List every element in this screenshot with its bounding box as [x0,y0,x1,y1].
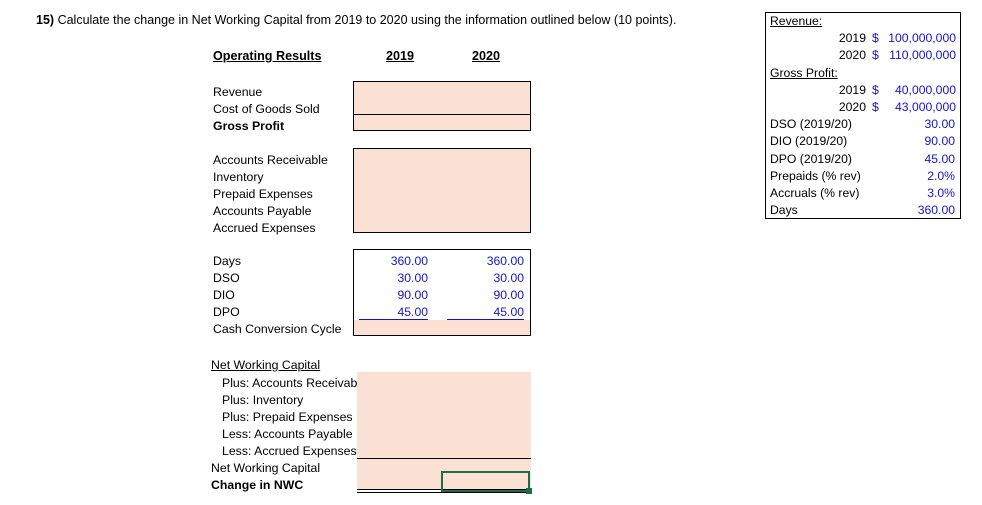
assumptions-row-dpo: DPO (2019/20) 45.00 [766,151,960,168]
assumptions-row-gross-profit-2020: 2020 $ 43,000,000 [766,99,960,116]
row-label-change-in-nwc: Change in NWC [211,478,304,492]
fill-handle[interactable] [526,488,532,494]
row-label-plus-accounts-receivable: Plus: Accounts Receivable [222,376,367,390]
input-block-balance-sheet[interactable] [353,148,531,233]
subtotal-rule-2019 [359,319,428,321]
row-label-inventory: Inventory [213,170,264,184]
input-block-income-statement[interactable] [353,81,531,131]
value-dio-2020[interactable]: 90.00 [446,287,525,304]
row-label-dpo: DPO [213,305,240,319]
row-label-cost-of-goods-sold: Cost of Goods Sold [213,102,320,116]
assumptions-value-revenue-2020: 110,000,000 [889,48,956,63]
assumptions-label-dso: DSO (2019/20) [770,117,852,132]
assumptions-value-prepaids: 2.0% [927,168,955,183]
column-header-2019: 2019 [385,49,415,63]
assumptions-label-dpo: DPO (2019/20) [770,151,852,166]
assumptions-value-days: 360.00 [917,203,955,218]
assumptions-label-days: Days [770,203,798,218]
assumptions-row-accruals: Accruals (% rev) 3.0% [766,185,960,202]
row-label-net-working-capital-total: Net Working Capital [211,461,321,475]
assumptions-row-dio: DIO (2019/20) 90.00 [766,133,960,150]
income-block-divider [354,114,530,116]
row-label-plus-inventory: Plus: Inventory [222,393,304,407]
row-label-cash-conversion-cycle: Cash Conversion Cycle [213,322,342,336]
row-label-prepaid-expenses: Prepaid Expenses [213,187,313,201]
value-days-2020[interactable]: 360.00 [446,253,524,270]
row-label-plus-prepaid-expenses: Plus: Prepaid Expenses [222,410,353,424]
row-label-gross-profit: Gross Profit [213,119,285,133]
row-label-less-accounts-payable: Less: Accounts Payable [222,427,353,441]
row-label-accounts-payable: Accounts Payable [213,204,312,218]
selected-cell-change-in-nwc[interactable] [441,471,530,492]
value-dso-2020[interactable]: 30.00 [446,270,525,287]
value-dio-2019[interactable]: 90.00 [358,287,429,304]
assumptions-row-revenue-2020: 2020 $ 110,000,000 [766,47,960,64]
assumptions-row-prepaids: Prepaids (% rev) 2.0% [766,168,960,185]
value-days-2019[interactable]: 360.00 [358,253,428,270]
assumptions-row-gross-profit-2019: 2019 $ 40,000,000 [766,82,960,99]
row-label-revenue: Revenue [213,85,263,99]
assumptions-year-gross-profit-2019: 2019 [838,82,866,97]
assumptions-row-gross-profit-header: Gross Profit: [766,65,960,82]
assumptions-label-gross-profit: Gross Profit: [770,65,838,80]
subtotal-rule-2020 [447,319,524,321]
assumptions-row-dso: DSO (2019/20) 30.00 [766,116,960,133]
row-label-less-accrued-expenses: Less: Accrued Expenses [222,444,357,458]
assumptions-value-dio: 90.00 [924,134,956,149]
row-label-dso: DSO [213,271,240,285]
row-label-accounts-receivable: Accounts Receivable [213,153,328,167]
value-dso-2019[interactable]: 30.00 [358,270,429,287]
assumptions-row-revenue-header: Revenue: [766,13,960,30]
assumptions-value-accruals: 3.0% [927,185,955,200]
assumptions-year-revenue-2019: 2019 [838,31,866,46]
assumptions-row-revenue-2019: 2019 $ 100,000,000 [766,30,960,47]
assumptions-label-accruals: Accruals (% rev) [770,185,860,200]
nwc-subtotal-rule [357,458,531,460]
worksheet-area: Operating Results 2019 2020 Revenue Cost… [0,0,620,505]
assumptions-year-revenue-2020: 2020 [838,48,866,63]
assumptions-label-dio: DIO (2019/20) [770,134,848,149]
column-header-2020: 2020 [471,49,501,63]
assumptions-label-revenue: Revenue: [770,14,823,28]
assumptions-value-dpo: 45.00 [924,151,956,166]
row-label-dio: DIO [213,288,235,302]
assumptions-value-dso: 30.00 [924,117,956,132]
row-label-accrued-expenses: Accrued Expenses [213,221,316,235]
assumptions-value-revenue-2019: 100,000,000 [888,31,956,46]
assumptions-row-days: Days 360.00 [766,202,960,219]
section-title-net-working-capital: Net Working Capital [211,358,321,372]
nwc-total-rule-lower [357,492,531,493]
assumptions-label-prepaids: Prepaids (% rev) [770,168,861,183]
row-label-days: Days [213,254,242,268]
input-cell-cash-conversion-cycle[interactable] [354,320,530,335]
assumptions-value-gross-profit-2020: 43,000,000 [895,99,956,114]
assumptions-panel: Revenue: 2019 $ 100,000,000 2020 $ 110,0… [765,12,961,219]
column-header-operating-results: Operating Results [213,49,322,63]
assumptions-year-gross-profit-2020: 2020 [838,99,866,114]
assumptions-value-gross-profit-2019: 40,000,000 [895,82,956,97]
